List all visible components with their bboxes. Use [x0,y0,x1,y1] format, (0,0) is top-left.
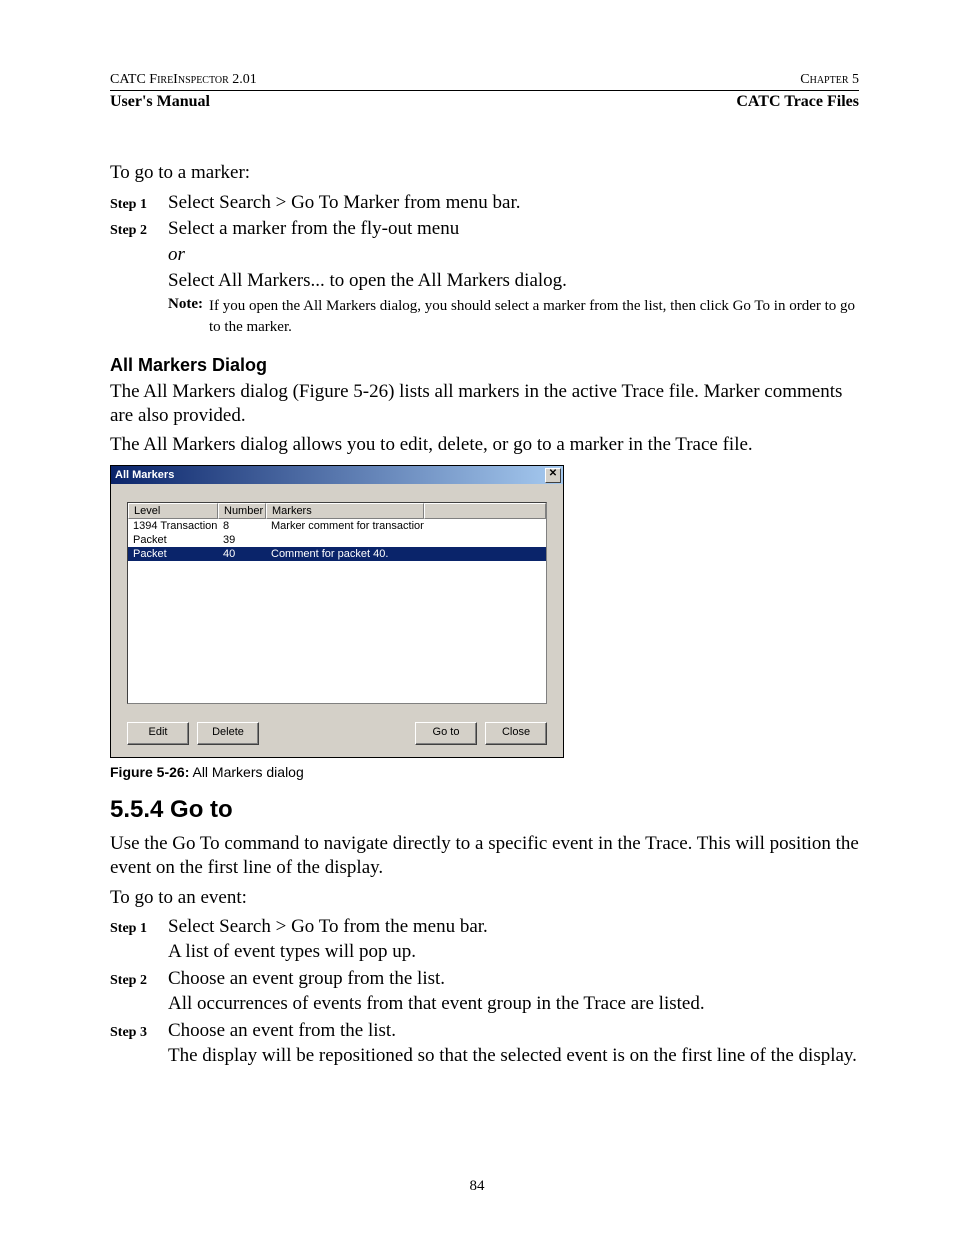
step-or: or [168,244,859,266]
list-item[interactable]: Packet 39 [128,533,546,547]
dialog-body: Level Number Markers 1394 Transaction 8 … [111,484,563,757]
cell-level: 1394 Transaction [128,520,218,532]
subheading-all-markers: All Markers Dialog [110,355,859,376]
figure-caption-text: All Markers dialog [192,764,303,780]
close-button[interactable]: Close [485,722,547,745]
dialog-title: All Markers [115,469,174,481]
step-row: Step 1 Select Search > Go To Marker from… [110,191,859,215]
header-right: Chapter 5 [800,72,859,88]
step-label: Step 2 [110,223,168,239]
cell-level: Packet [128,534,218,546]
paragraph: To go to a marker: [110,161,859,185]
dialog-titlebar[interactable]: All Markers ✕ [111,466,563,484]
edit-button[interactable]: Edit [127,722,189,745]
column-header-level[interactable]: Level [128,503,218,519]
step-text: Select a marker from the fly-out menu [168,217,459,241]
figure-caption: Figure 5-26: All Markers dialog [110,764,859,780]
note-text: If you open the All Markers dialog, you … [209,296,859,337]
step-row: Step 1 Select Search > Go To from the me… [110,915,859,939]
step-continuation: Select All Markers... to open the All Ma… [168,270,859,292]
column-header-number[interactable]: Number [218,503,266,519]
header-subleft: User's Manual [110,93,210,111]
column-header-rest[interactable] [424,503,546,519]
delete-button[interactable]: Delete [197,722,259,745]
all-markers-dialog: All Markers ✕ Level Number Markers 1394 … [110,465,564,758]
paragraph: The All Markers dialog allows you to edi… [110,433,859,457]
step-label: Step 3 [110,1025,168,1041]
figure-number: Figure 5-26: [110,764,189,780]
section-heading-goto: 5.5.4 Go to [110,796,859,824]
step-text: Choose an event from the list. [168,1019,396,1043]
cell-number: 39 [218,534,266,546]
step-row: Step 3 Choose an event from the list. [110,1019,859,1043]
step-label: Step 1 [110,197,168,213]
goto-button[interactable]: Go to [415,722,477,745]
page-number: 84 [0,1178,954,1195]
dialog-button-row: Edit Delete Go to Close [127,722,547,745]
step-continuation: All occurrences of events from that even… [168,993,859,1015]
listview-header: Level Number Markers [128,503,546,519]
step-text: Select Search > Go To from the menu bar. [168,915,488,939]
cell-markers: Marker comment for transaction 8. [266,520,424,532]
header-subright: CATC Trace Files [736,93,859,111]
step-row: Step 2 Select a marker from the fly-out … [110,217,859,241]
step-label: Step 2 [110,973,168,989]
step-continuation: The display will be repositioned so that… [168,1045,859,1067]
step-row: Step 2 Choose an event group from the li… [110,967,859,991]
column-header-markers[interactable]: Markers [266,503,424,519]
cell-number: 8 [218,520,266,532]
list-item[interactable]: Packet 40 Comment for packet 40. [128,547,546,561]
close-icon[interactable]: ✕ [545,468,561,483]
note-label: Note: [168,296,203,337]
cell-level: Packet [128,548,218,560]
running-header: CATC FireInspector 2.01 Chapter 5 [110,72,859,91]
note-block: Note: If you open the All Markers dialog… [168,296,859,337]
cell-number: 40 [218,548,266,560]
button-spacer [267,722,407,745]
step-text: Choose an event group from the list. [168,967,445,991]
markers-listview[interactable]: Level Number Markers 1394 Transaction 8 … [127,502,547,704]
step-text: Select Search > Go To Marker from menu b… [168,191,521,215]
manual-page: CATC FireInspector 2.01 Chapter 5 User's… [0,0,954,1235]
paragraph: To go to an event: [110,886,859,910]
paragraph: Use the Go To command to navigate direct… [110,832,859,880]
cell-markers: Comment for packet 40. [266,548,424,560]
list-item[interactable]: 1394 Transaction 8 Marker comment for tr… [128,519,546,533]
step-continuation: A list of event types will pop up. [168,941,859,963]
running-subheader: User's Manual CATC Trace Files [110,93,859,111]
header-left: CATC FireInspector 2.01 [110,72,257,88]
paragraph: The All Markers dialog (Figure 5-26) lis… [110,380,859,428]
step-label: Step 1 [110,921,168,937]
